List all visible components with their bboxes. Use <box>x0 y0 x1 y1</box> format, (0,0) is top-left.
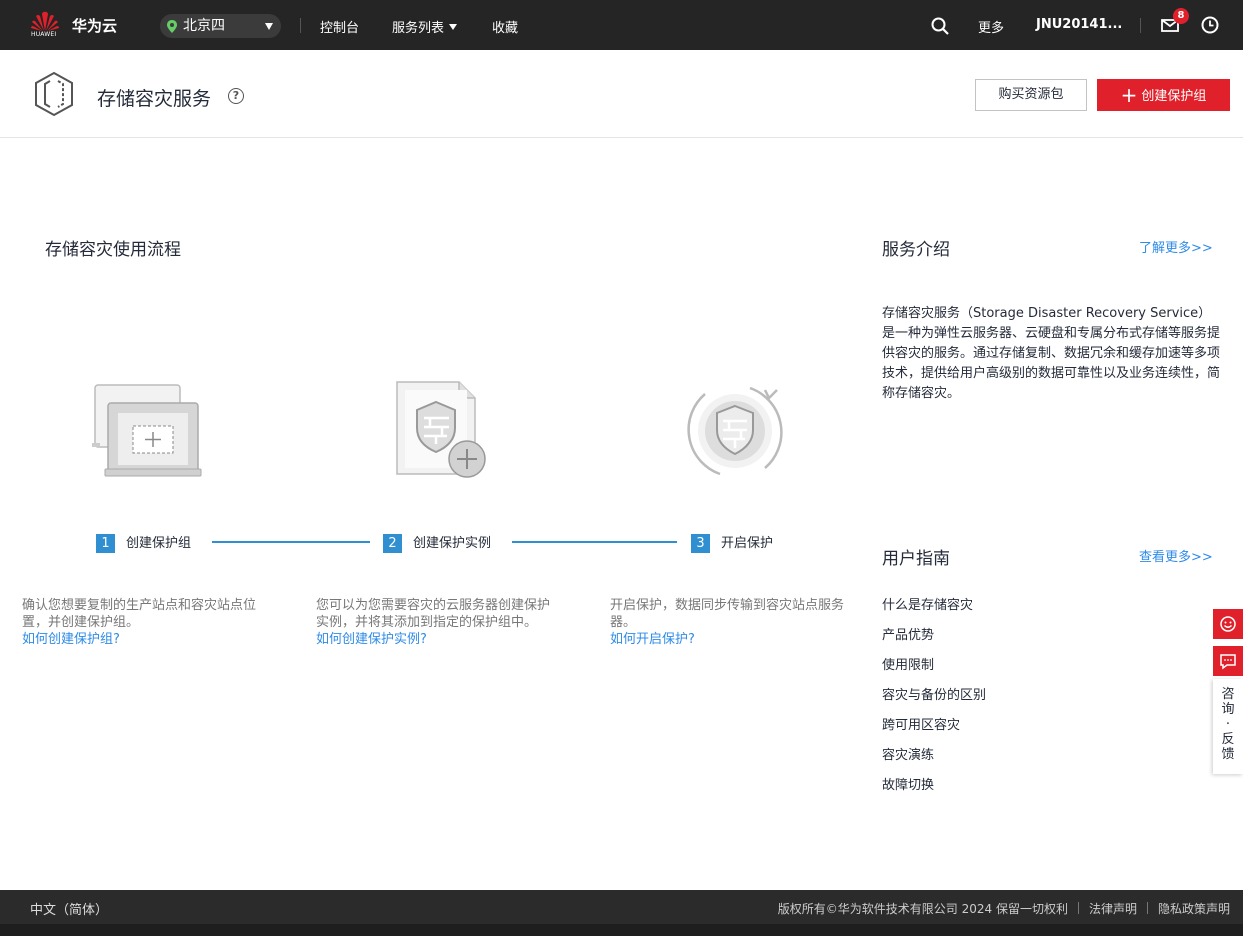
step-3-number: 3 <box>691 534 710 553</box>
step-1: 1 创建保护组 <box>96 532 191 553</box>
privacy-link[interactable]: 隐私政策声明 <box>1158 902 1230 916</box>
language-selector[interactable]: 中文（简体） <box>30 899 108 918</box>
brand-name[interactable]: 华为云 <box>72 15 117 36</box>
feedback-char: 咨 <box>1221 687 1235 702</box>
step-1-desc-text: 确认您想要复制的生产站点和容灾站点位置，并创建保护组。 <box>22 598 257 630</box>
guide-item[interactable]: 跨可用区容灾 <box>882 714 960 733</box>
guide-item[interactable]: 使用限制 <box>882 654 934 673</box>
learn-more-link[interactable]: 了解更多>> <box>1139 237 1213 256</box>
step-1-description: 确认您想要复制的生产站点和容灾站点位置，并创建保护组。 如何创建保护组? <box>22 597 270 648</box>
help-icon[interactable]: ? <box>228 88 244 104</box>
smiley-icon <box>1220 616 1236 632</box>
divider <box>1146 902 1148 914</box>
create-protection-group-button[interactable]: + 创建保护组 <box>1097 79 1230 111</box>
buy-package-button[interactable]: 购买资源包 <box>975 79 1087 111</box>
footer: 中文（简体） 版权所有©华为软件技术有限公司 2024 保留一切权利 法律声明 隐私… <box>0 890 1243 924</box>
divider <box>300 18 301 33</box>
user-account[interactable]: JNU20141... <box>1036 17 1122 32</box>
service-intro-title: 服务介绍 <box>882 240 950 260</box>
process-title: 存储容灾使用流程 <box>45 240 181 260</box>
step-3-label: 开启保护 <box>721 536 774 551</box>
guide-item[interactable]: 容灾与备份的区别 <box>882 684 986 703</box>
step-3-description: 开启保护，数据同步传输到容灾站点服务器。 如何开启保护? <box>610 597 855 648</box>
copyright-text: 版权所有©华为软件技术有限公司 2024 保留一切权利 <box>777 902 1068 916</box>
storage-dr-service-icon <box>35 71 73 117</box>
divider <box>1077 902 1079 914</box>
step-3: 3 开启保护 <box>691 532 773 553</box>
protection-group-illustration-icon <box>92 384 202 477</box>
step-connector <box>212 541 370 543</box>
nav-service-list[interactable]: 服务列表 <box>392 17 458 36</box>
bottom-strip <box>0 924 1243 936</box>
step-connector <box>512 541 677 543</box>
nav-favorites[interactable]: 收藏 <box>492 17 518 36</box>
chat-button[interactable] <box>1213 646 1243 676</box>
step-2-label: 创建保护实例 <box>413 536 492 551</box>
nav-more[interactable]: 更多 <box>978 17 1004 36</box>
top-nav-bar: HUAWEI 华为云 北京四 控制台 服务列表 收藏 更多 JNU20141..… <box>0 0 1243 50</box>
nav-service-list-label: 服务列表 <box>392 21 445 36</box>
divider <box>1140 18 1141 33</box>
feedback-char: 反 <box>1221 732 1235 747</box>
step-2: 2 创建保护实例 <box>383 532 491 553</box>
guide-item[interactable]: 产品优势 <box>882 624 934 643</box>
smiley-feedback-button[interactable] <box>1213 609 1243 639</box>
chevron-down-icon <box>265 23 273 30</box>
region-selector[interactable]: 北京四 <box>160 14 281 38</box>
guide-item[interactable]: 什么是存储容灾 <box>882 594 973 613</box>
feedback-char: · <box>1225 717 1231 732</box>
chat-icon <box>1220 654 1236 670</box>
how-to-enable-protection-link[interactable]: 如何开启保护? <box>610 631 855 648</box>
step-1-label: 创建保护组 <box>126 536 192 551</box>
nav-console[interactable]: 控制台 <box>320 17 359 36</box>
view-more-link[interactable]: 查看更多>> <box>1139 546 1213 565</box>
plus-icon: + <box>1120 83 1138 107</box>
message-count-badge: 8 <box>1173 8 1189 24</box>
guide-item[interactable]: 容灾演练 <box>882 744 934 763</box>
legal-link[interactable]: 法律声明 <box>1089 902 1137 916</box>
how-to-create-group-link[interactable]: 如何创建保护组? <box>22 631 270 648</box>
service-intro-text: 存储容灾服务（Storage Disaster Recovery Service… <box>882 306 1221 401</box>
page-title: 存储容灾服务 <box>97 88 212 110</box>
enable-protection-illustration-icon <box>687 386 783 476</box>
step-3-desc-text: 开启保护，数据同步传输到容灾站点服务器。 <box>610 598 845 630</box>
footer-links: 版权所有©华为软件技术有限公司 2024 保留一切权利 法律声明 隐私政策声明 <box>778 900 1230 917</box>
clock-icon[interactable] <box>1201 16 1219 34</box>
region-label: 北京四 <box>183 18 225 34</box>
page-header: 存储容灾服务 ? 购买资源包 + 创建保护组 <box>0 50 1243 138</box>
feedback-char: 询 <box>1221 702 1235 717</box>
step-2-description: 您可以为您需要容灾的云服务器创建保护实例，并将其添加到指定的保护组中。 如何创建… <box>316 597 562 648</box>
guide-item[interactable]: 故障切换 <box>882 774 934 793</box>
protection-instance-illustration-icon <box>396 381 486 478</box>
consult-feedback-panel[interactable]: 咨 询 · 反 馈 <box>1213 679 1243 774</box>
feedback-char: 馈 <box>1221 747 1235 762</box>
location-pin-icon <box>167 20 177 33</box>
chevron-down-icon <box>449 24 458 30</box>
create-button-label: 创建保护组 <box>1141 89 1207 104</box>
step-1-number: 1 <box>96 534 115 553</box>
how-to-create-instance-link[interactable]: 如何创建保护实例? <box>316 631 562 648</box>
user-guide-title: 用户指南 <box>882 549 950 569</box>
logo-text: HUAWEI <box>31 31 57 38</box>
step-2-desc-text: 您可以为您需要容灾的云服务器创建保护实例，并将其添加到指定的保护组中。 <box>316 598 551 630</box>
step-2-number: 2 <box>383 534 402 553</box>
search-icon[interactable] <box>931 17 949 35</box>
